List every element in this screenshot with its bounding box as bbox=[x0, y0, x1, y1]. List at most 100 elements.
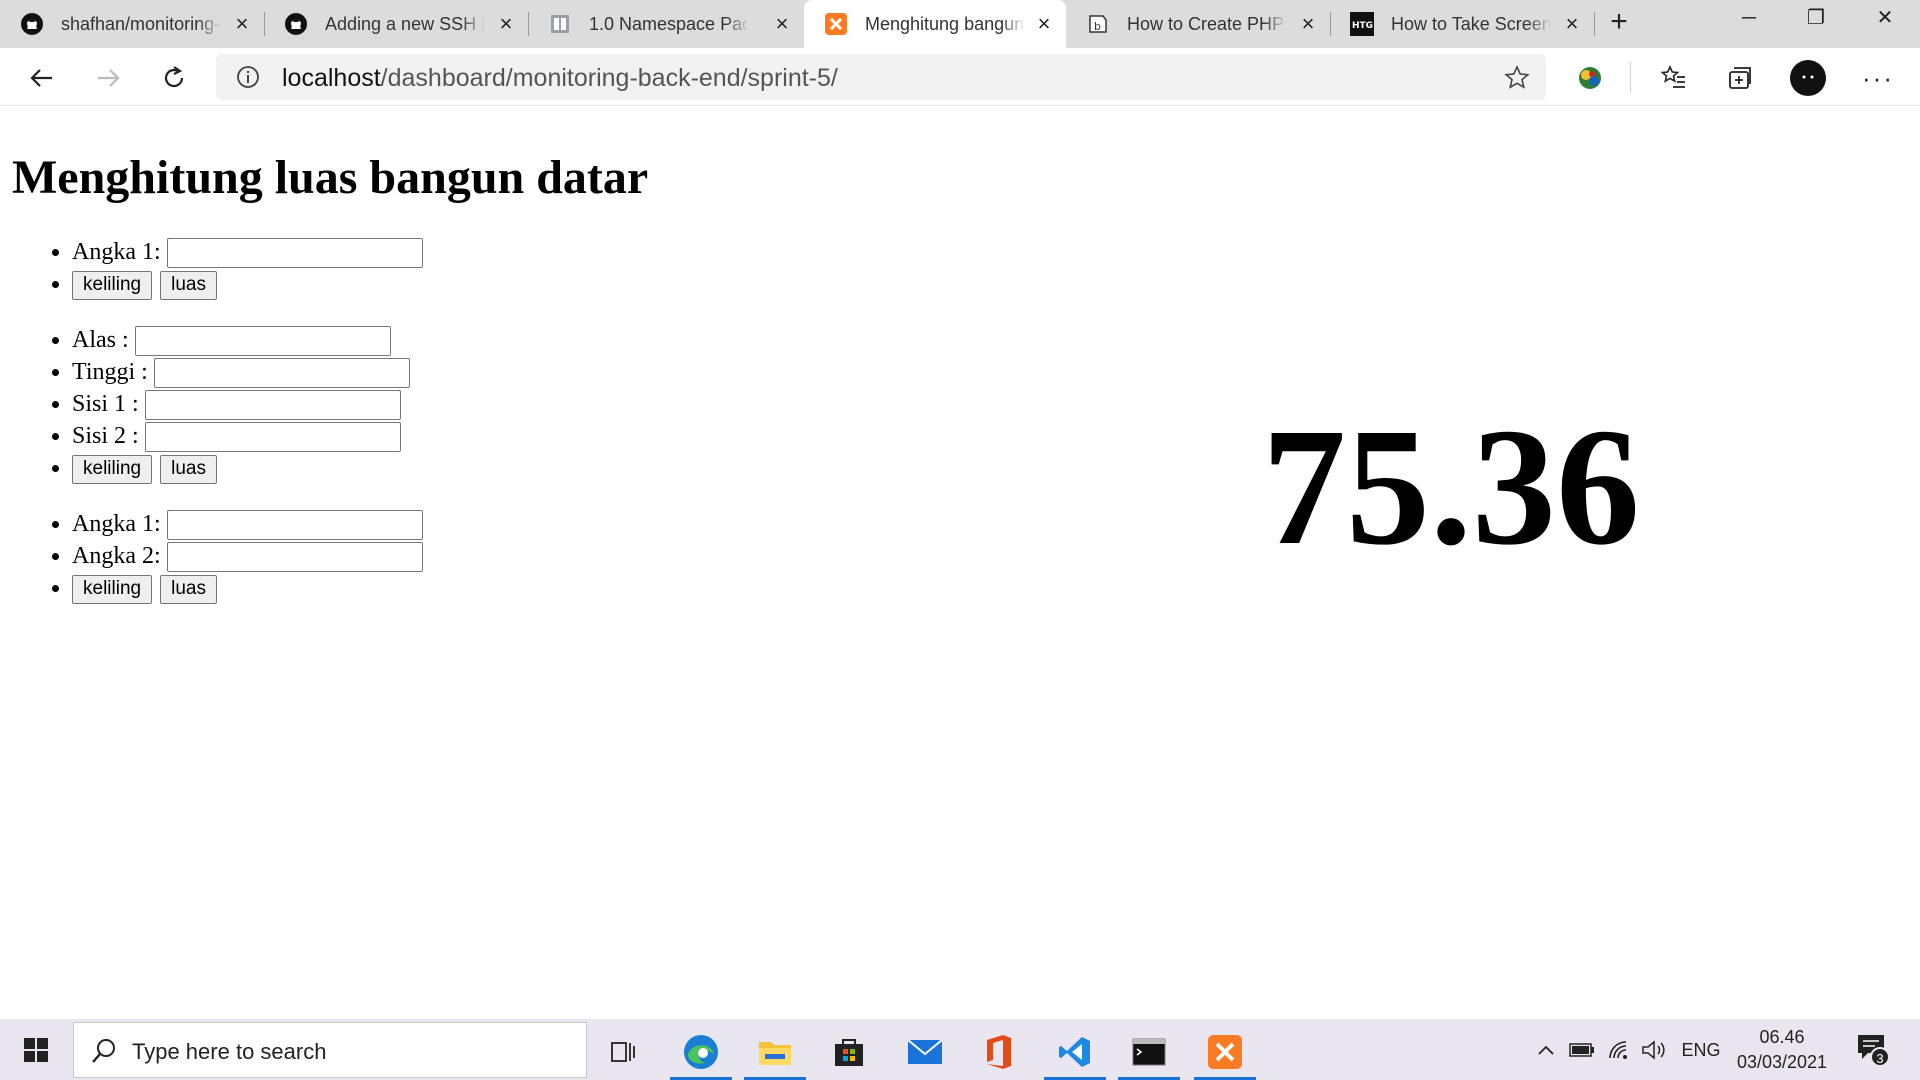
angka1-label: Angka 1: bbox=[72, 511, 161, 537]
profile-button[interactable] bbox=[1788, 58, 1828, 98]
url-text[interactable]: localhost/dashboard/monitoring-back-end/… bbox=[282, 64, 838, 92]
angka1-label: Angka 1: bbox=[72, 239, 161, 265]
tab-title: 1.0 Namespace Pada PHP bbox=[589, 14, 749, 34]
close-window-icon[interactable]: ✕ bbox=[1852, 0, 1918, 40]
angka1-input[interactable] bbox=[166, 510, 423, 541]
sisi1-input[interactable] bbox=[144, 390, 401, 421]
alas-input[interactable] bbox=[134, 326, 391, 357]
favorites-button[interactable] bbox=[1654, 58, 1694, 98]
angka2-input[interactable] bbox=[166, 542, 423, 573]
result-value: 75.36 bbox=[1262, 394, 1640, 580]
close-tab-icon[interactable]: × bbox=[1296, 12, 1320, 36]
keliling-button[interactable]: keliling bbox=[72, 270, 153, 300]
close-tab-icon[interactable]: × bbox=[770, 12, 794, 36]
clock[interactable]: 06.46 03/03/2021 bbox=[1722, 1025, 1842, 1075]
task-view-icon[interactable] bbox=[586, 1023, 660, 1080]
start-button[interactable] bbox=[14, 1033, 58, 1067]
sisi2-input[interactable] bbox=[144, 422, 401, 453]
volume-icon[interactable] bbox=[1640, 1037, 1668, 1063]
close-tab-icon[interactable]: × bbox=[1560, 12, 1584, 36]
notification-badge: 3 bbox=[1870, 1047, 1890, 1067]
mail-icon[interactable] bbox=[888, 1023, 962, 1080]
navigation-bar: localhost/dashboard/monitoring-back-end/… bbox=[0, 48, 1920, 106]
list-item: Tinggi : bbox=[72, 356, 410, 389]
tab-separator bbox=[1594, 12, 1595, 36]
taskbar-search[interactable]: Type here to search bbox=[73, 1022, 587, 1078]
address-bar[interactable]: localhost/dashboard/monitoring-back-end/… bbox=[216, 54, 1546, 100]
forward-button[interactable] bbox=[88, 58, 128, 98]
luas-button[interactable]: luas bbox=[160, 270, 217, 300]
close-tab-icon[interactable]: × bbox=[494, 12, 518, 36]
tab-screenshots[interactable]: HTG How to Take Screenshots × bbox=[1330, 0, 1595, 48]
tinggi-label: Tinggi : bbox=[72, 359, 148, 385]
tab-title: Adding a new SSH key to your GitHub acco… bbox=[325, 14, 485, 34]
wifi-icon[interactable] bbox=[1606, 1037, 1634, 1063]
php-icon: b bbox=[1086, 12, 1110, 36]
minimize-icon[interactable]: ─ bbox=[1716, 0, 1782, 40]
tab-menghitung[interactable]: Menghitung bangun datar × bbox=[804, 0, 1066, 48]
clock-date: 03/03/2021 bbox=[1736, 1052, 1828, 1072]
sisi2-label: Sisi 2 : bbox=[72, 423, 139, 449]
xampp-icon bbox=[824, 12, 848, 36]
tab-title: How to Take Screenshots bbox=[1391, 14, 1551, 34]
tab-strip: shafhan/monitoring-back-end × Adding a n… bbox=[0, 0, 1920, 48]
sisi1-label: Sisi 1 : bbox=[72, 391, 139, 417]
info-icon[interactable] bbox=[236, 65, 260, 94]
github-icon bbox=[20, 12, 44, 36]
terminal-icon[interactable] bbox=[1112, 1023, 1186, 1080]
list-item: keliling luas bbox=[72, 452, 410, 484]
book-icon bbox=[548, 12, 572, 36]
toolbar-divider bbox=[1630, 62, 1631, 92]
battery-icon[interactable] bbox=[1568, 1037, 1596, 1063]
keliling-button[interactable]: keliling bbox=[72, 574, 153, 604]
luas-button[interactable]: luas bbox=[160, 574, 217, 604]
avatar bbox=[1790, 60, 1826, 96]
tab-github-monitoring[interactable]: shafhan/monitoring-back-end × bbox=[0, 0, 265, 48]
tab-title: Menghitung bangun datar bbox=[865, 14, 1025, 34]
more-menu-icon[interactable]: ··· bbox=[1858, 58, 1898, 98]
alas-label: Alas : bbox=[72, 327, 129, 353]
extension-icon[interactable] bbox=[1570, 58, 1610, 98]
form-section-3: Angka 1: Angka 2: keliling luas bbox=[72, 508, 423, 604]
refresh-button[interactable] bbox=[154, 58, 194, 98]
language-indicator[interactable]: ENG bbox=[1680, 1037, 1722, 1063]
close-tab-icon[interactable]: × bbox=[230, 12, 254, 36]
svg-text:HTG: HTG bbox=[1352, 21, 1373, 31]
tab-title: How to Create PHP Constants bbox=[1127, 14, 1287, 34]
back-button[interactable] bbox=[22, 58, 62, 98]
tinggi-input[interactable] bbox=[153, 358, 410, 389]
list-item: Angka 2: bbox=[72, 540, 423, 573]
close-tab-icon[interactable]: × bbox=[1032, 12, 1056, 36]
angka2-label: Angka 2: bbox=[72, 543, 161, 569]
keliling-button[interactable]: keliling bbox=[72, 454, 153, 484]
arrow-right-icon bbox=[98, 69, 120, 87]
favorites-icon bbox=[1660, 65, 1685, 88]
store-icon[interactable] bbox=[812, 1023, 886, 1080]
tab-namespace-php[interactable]: 1.0 Namespace Pada PHP × bbox=[528, 0, 805, 48]
clock-time: 06.46 bbox=[1759, 1027, 1805, 1047]
list-item: keliling luas bbox=[72, 268, 423, 300]
notification-center-button[interactable]: 3 bbox=[1856, 1033, 1892, 1067]
tab-github-ssh[interactable]: Adding a new SSH key to your GitHub acco… bbox=[264, 0, 529, 48]
collections-button[interactable] bbox=[1720, 58, 1760, 98]
favorite-star-icon[interactable] bbox=[1504, 65, 1530, 96]
angka1-input[interactable] bbox=[166, 238, 423, 269]
list-item: Sisi 1 : bbox=[72, 388, 410, 421]
edge-icon[interactable] bbox=[664, 1023, 738, 1080]
office-icon[interactable] bbox=[962, 1023, 1036, 1080]
page-title: Menghitung luas bangun datar bbox=[12, 151, 649, 204]
list-item: Alas : bbox=[72, 324, 410, 357]
list-item: keliling luas bbox=[72, 572, 423, 604]
show-hidden-icons-icon[interactable] bbox=[1534, 1037, 1558, 1063]
luas-button[interactable]: luas bbox=[160, 454, 217, 484]
refresh-icon bbox=[164, 66, 184, 88]
restore-icon[interactable]: ❐ bbox=[1783, 0, 1849, 40]
xampp-icon[interactable] bbox=[1188, 1023, 1262, 1080]
arrow-left-icon bbox=[30, 69, 52, 87]
file-explorer-icon[interactable] bbox=[738, 1023, 812, 1080]
new-tab-button[interactable]: + bbox=[1604, 7, 1634, 38]
tab-php-constants[interactable]: b How to Create PHP Constants × bbox=[1066, 0, 1331, 48]
vscode-icon[interactable] bbox=[1038, 1023, 1112, 1080]
collections-icon bbox=[1729, 67, 1751, 89]
page-content: Menghitung luas bangun datar Angka 1: ke… bbox=[0, 107, 1920, 1019]
